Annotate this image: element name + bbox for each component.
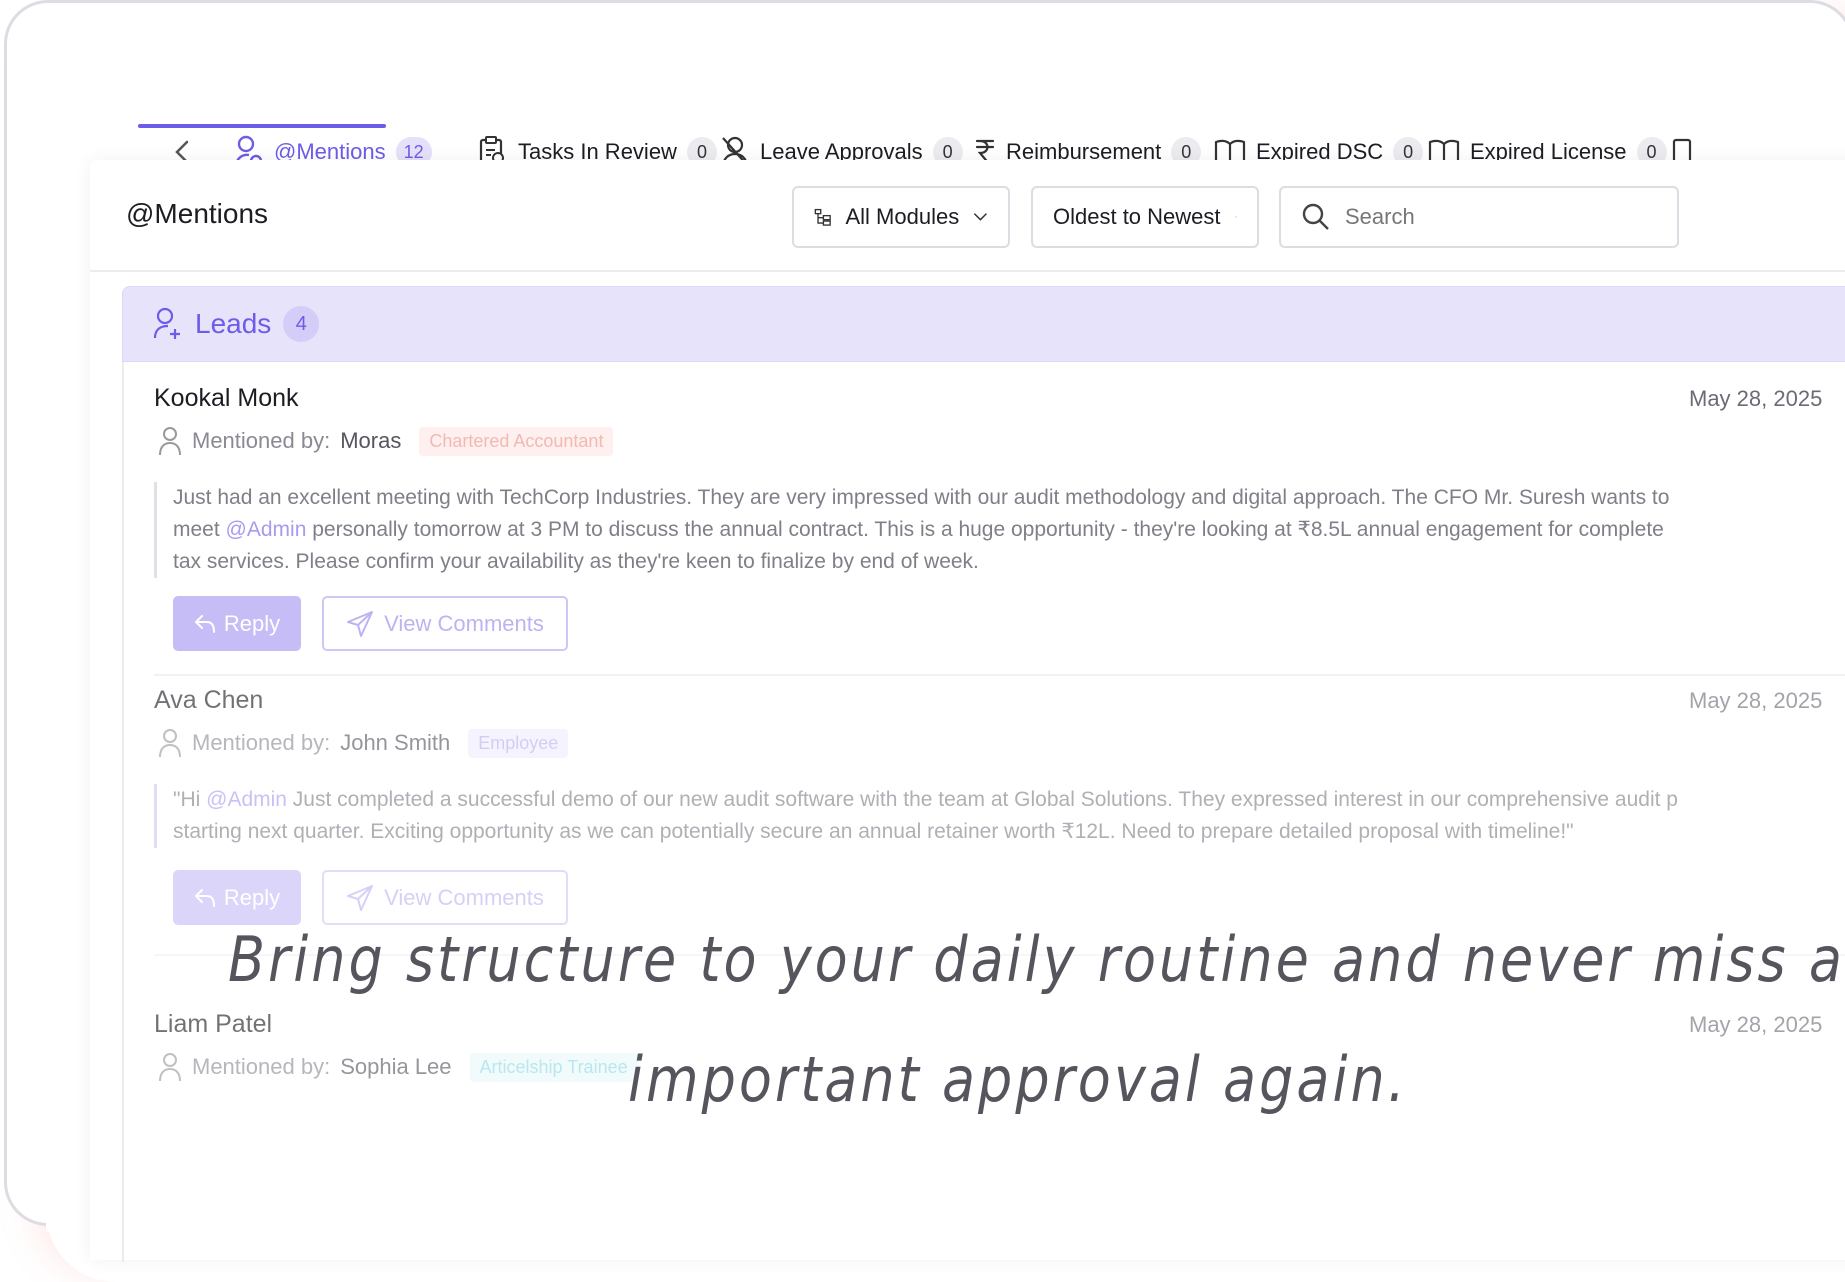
mention-date: May 28, 2025 bbox=[1689, 688, 1823, 713]
tagline-line-1: Bring structure to your daily routine an… bbox=[228, 923, 1845, 996]
user-icon bbox=[159, 1053, 181, 1082]
mentioned-by-label: Mentioned by: bbox=[192, 1054, 331, 1079]
message-text: meet bbox=[173, 518, 226, 541]
reply-icon bbox=[194, 888, 215, 907]
tagline-line-2: important approval again. bbox=[628, 1043, 1408, 1116]
user-icon bbox=[159, 427, 181, 456]
message-text: starting next quarter. Exciting opportun… bbox=[173, 820, 1574, 843]
message-text: "Hi bbox=[173, 788, 207, 811]
message-line: starting next quarter. Exciting opportun… bbox=[173, 816, 1845, 848]
message-text: Just had an excellent meeting with TechC… bbox=[173, 486, 1670, 509]
send-icon bbox=[347, 884, 374, 911]
section-count-badge: 4 bbox=[283, 306, 320, 342]
reply-icon bbox=[194, 614, 215, 633]
message-line: Just had an excellent meeting with TechC… bbox=[173, 482, 1845, 514]
hierarchy-icon bbox=[814, 208, 831, 226]
reply-button[interactable]: Reply bbox=[173, 870, 301, 925]
mention-message: Just had an excellent meeting with TechC… bbox=[154, 482, 1845, 578]
panel-title: @Mentions bbox=[126, 198, 269, 229]
mention-message: "Hi @Admin Just completed a successful d… bbox=[154, 784, 1845, 848]
view-comments-label: View Comments bbox=[384, 884, 544, 910]
chevron-down-icon bbox=[1234, 216, 1237, 218]
sort-value: Oldest to Newest bbox=[1053, 204, 1221, 229]
user-icon bbox=[159, 729, 181, 758]
role-badge: Employee bbox=[468, 728, 569, 758]
user-plus-icon bbox=[153, 307, 180, 339]
mention-author-name: Kookal Monk bbox=[154, 384, 299, 412]
mentioned-by-label: Mentioned by: bbox=[192, 730, 331, 755]
mention-date: May 28, 2025 bbox=[1689, 1012, 1823, 1037]
leads-list: Kookal Monk May 28, 2025 Mentioned by: M… bbox=[122, 362, 1845, 1262]
message-line: tax services. Please confirm your availa… bbox=[173, 546, 1845, 578]
reply-label: Reply bbox=[223, 610, 281, 636]
active-tab-indicator bbox=[138, 124, 386, 128]
view-comments-label: View Comments bbox=[384, 610, 544, 636]
mentioned-by-label: Mentioned by: bbox=[192, 428, 331, 453]
mention-meta: Mentioned by: Sophia Lee Articelship Tra… bbox=[158, 1052, 638, 1082]
role-badge: Chartered Accountant bbox=[419, 426, 614, 456]
search-input[interactable]: Search bbox=[1279, 186, 1679, 248]
mention-date: May 28, 2025 bbox=[1689, 386, 1823, 411]
module-filter-value: All Modules bbox=[845, 204, 960, 229]
message-text: tax services. Please confirm your availa… bbox=[173, 550, 979, 573]
divider bbox=[154, 674, 1845, 676]
role-badge: Articelship Trainee bbox=[469, 1052, 638, 1082]
mentioned-by-name: John Smith bbox=[340, 730, 451, 755]
message-line: "Hi @Admin Just completed a successful d… bbox=[173, 784, 1845, 816]
module-filter-dropdown[interactable]: All Modules bbox=[792, 186, 1010, 248]
reply-button[interactable]: Reply bbox=[173, 596, 301, 651]
mention-tag[interactable]: @Admin bbox=[206, 788, 287, 811]
panel-header: @Mentions All Modules Oldest to Newest S… bbox=[90, 160, 1845, 272]
search-placeholder: Search bbox=[1345, 204, 1415, 229]
mention-author-name: Ava Chen bbox=[154, 686, 264, 714]
mention-tag[interactable]: @Admin bbox=[226, 518, 307, 541]
mention-author-name: Liam Patel bbox=[154, 1010, 273, 1038]
message-line: meet @Admin personally tomorrow at 3 PM … bbox=[173, 514, 1845, 546]
mentioned-by-name: Moras bbox=[340, 428, 402, 453]
view-comments-button[interactable]: View Comments bbox=[322, 870, 568, 925]
search-icon bbox=[1302, 203, 1329, 230]
mentioned-by-name: Sophia Lee bbox=[340, 1054, 452, 1079]
section-label: Leads bbox=[195, 308, 272, 339]
message-text: personally tomorrow at 3 PM to discuss t… bbox=[306, 518, 1664, 541]
mention-meta: Mentioned by: Moras Chartered Accountant bbox=[158, 426, 614, 456]
leads-section-header[interactable]: Leads 4 bbox=[122, 286, 1845, 362]
sort-dropdown[interactable]: Oldest to Newest bbox=[1031, 186, 1259, 248]
view-comments-button[interactable]: View Comments bbox=[322, 596, 568, 651]
message-text: Just completed a successful demo of our … bbox=[286, 788, 1678, 811]
send-icon bbox=[347, 610, 374, 637]
reply-label: Reply bbox=[223, 884, 281, 910]
chevron-down-icon bbox=[974, 213, 988, 221]
mention-meta: Mentioned by: John Smith Employee bbox=[158, 728, 569, 758]
